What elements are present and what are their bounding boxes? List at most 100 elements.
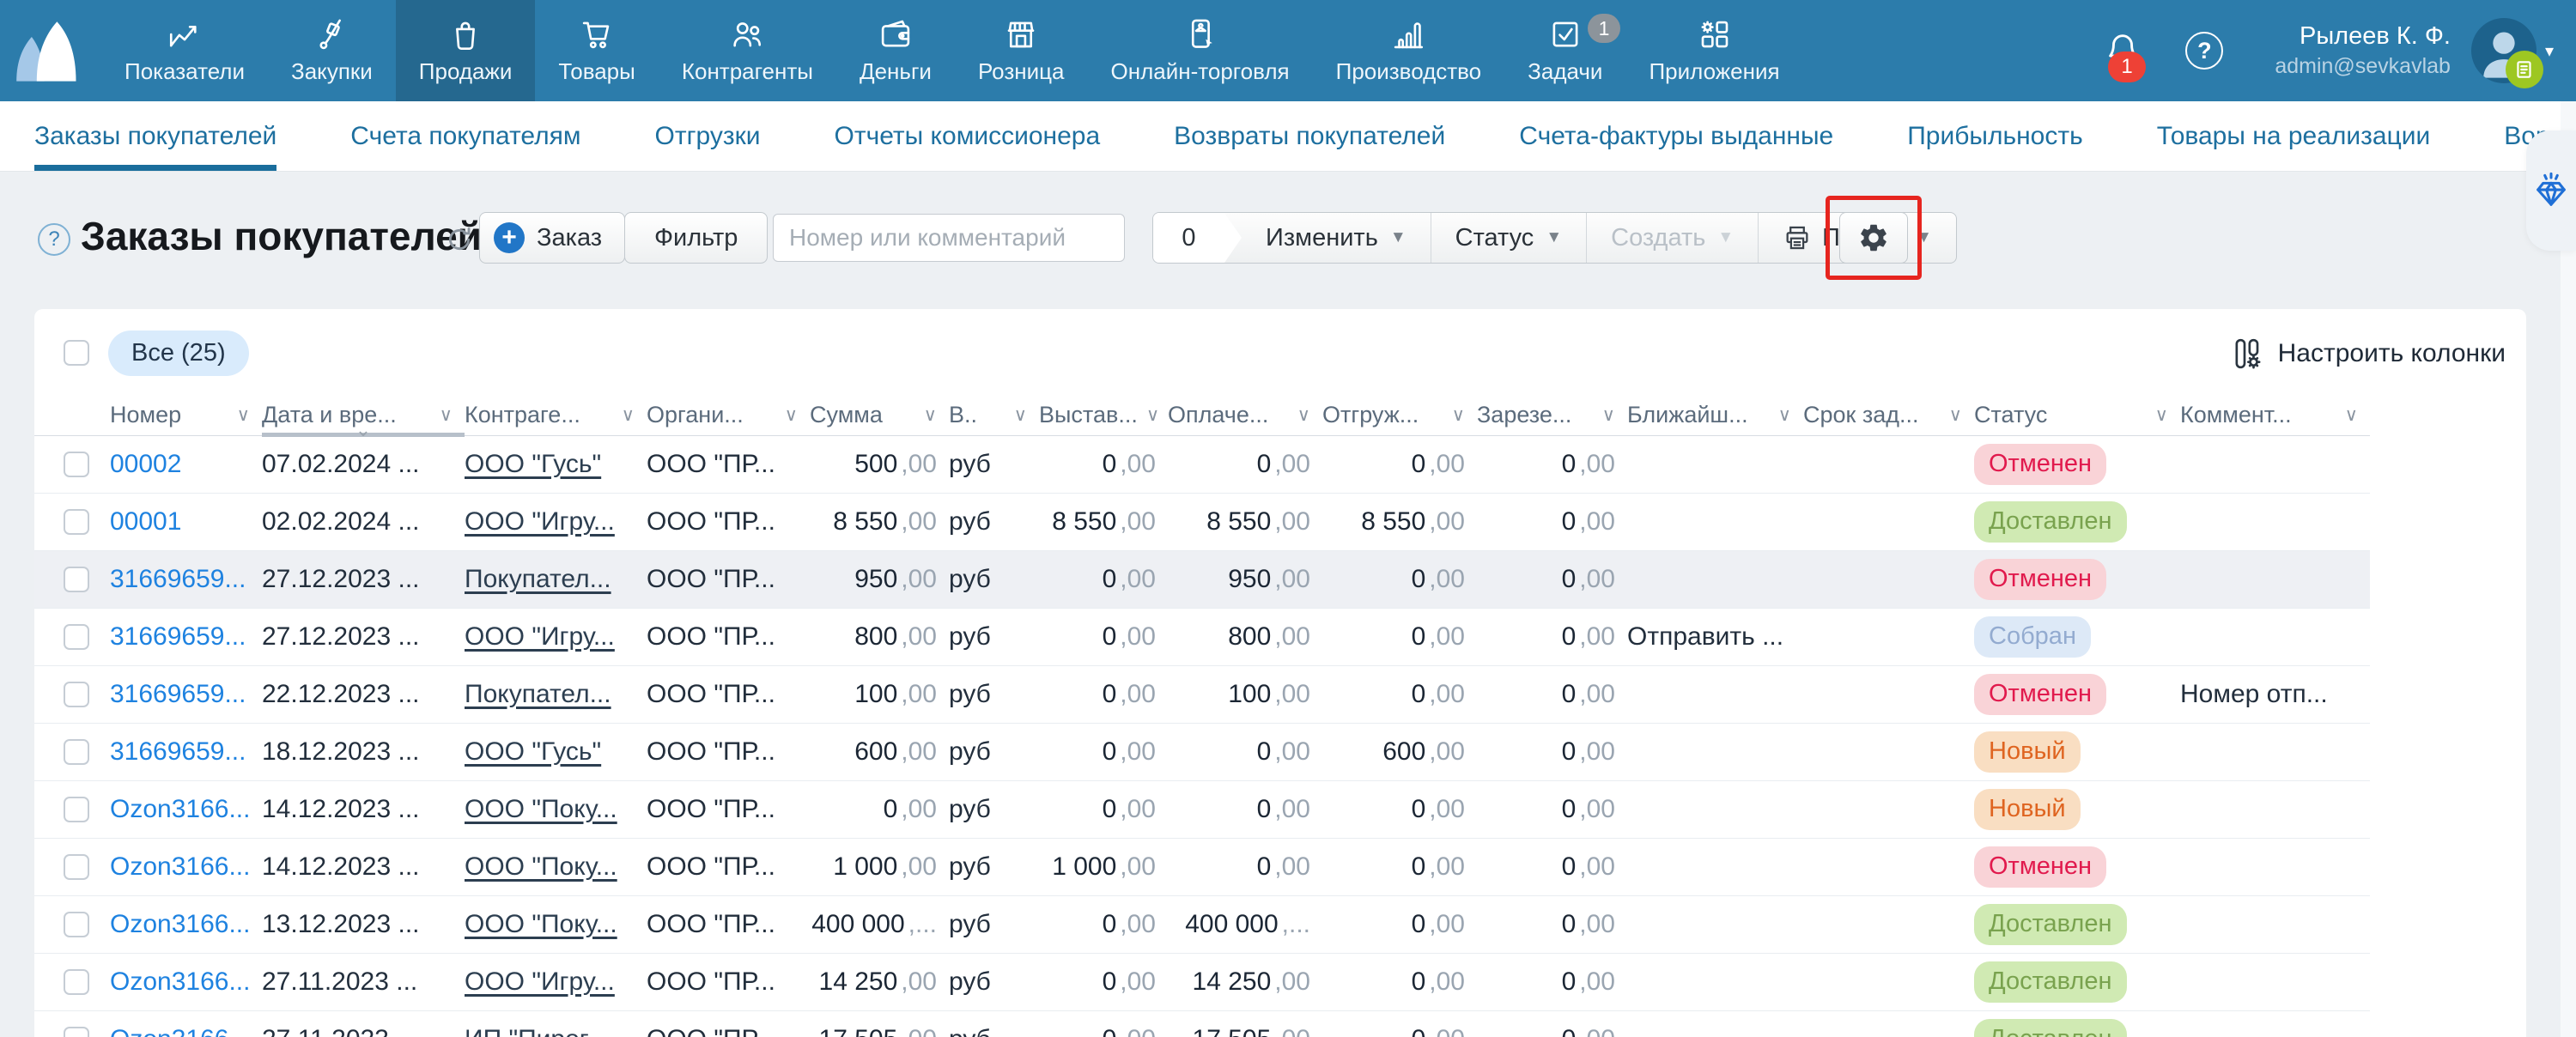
notifications-button[interactable]: 1	[2103, 29, 2142, 73]
table-row[interactable]: Ozon3166...13.12.2023 ...ООО "Поку...ООО…	[34, 896, 2370, 954]
app-logo-icon[interactable]	[0, 0, 101, 101]
order-number-link[interactable]: 31669659...	[110, 737, 246, 767]
column-header-shipped[interactable]: Отгруж...∨	[1322, 395, 1477, 435]
page-help-button[interactable]: ?	[38, 223, 70, 256]
column-header-paid[interactable]: Оплаче...∨	[1168, 395, 1322, 435]
row-checkbox[interactable]	[64, 912, 89, 937]
column-header-organization[interactable]: Органи...∨	[647, 395, 810, 435]
table-row[interactable]: Ozon3166...27.11.2023 ...ИП "Пирог...ООО…	[34, 1011, 2370, 1037]
counterparty-link[interactable]: ИП "Пирог...	[465, 1025, 607, 1037]
column-menu-icon[interactable]: ∨	[237, 404, 250, 426]
refresh-button[interactable]	[445, 225, 474, 254]
avatar[interactable]	[2471, 18, 2537, 83]
status-dropdown[interactable]: Статус ▼	[1431, 213, 1587, 263]
row-checkbox[interactable]	[64, 797, 89, 822]
filter-chip-all[interactable]: Все (25)	[108, 331, 249, 376]
table-row[interactable]: 31669659...27.12.2023 ...Покупател...ООО…	[34, 551, 2370, 609]
nav-item-purchases[interactable]: Закупки	[268, 0, 396, 101]
column-header-currency[interactable]: В..∨	[949, 395, 1039, 435]
column-header-number[interactable]: Номер∨	[110, 395, 262, 435]
column-menu-icon[interactable]: ∨	[1014, 404, 1027, 426]
nav-item-sales[interactable]: Продажи	[396, 0, 536, 101]
order-number-link[interactable]: Ozon3166...	[110, 795, 250, 824]
column-menu-icon[interactable]: ∨	[2345, 404, 2358, 426]
column-header-reserved[interactable]: Зарезе...∨	[1477, 395, 1627, 435]
order-number-link[interactable]: Ozon3166...	[110, 910, 250, 939]
row-checkbox[interactable]	[64, 682, 89, 707]
table-row[interactable]: Ozon3166...27.11.2023 ...ООО "Игру...ООО…	[34, 954, 2370, 1011]
counterparty-link[interactable]: ООО "Игру...	[465, 507, 615, 537]
tab-commissioner-reports[interactable]: Отчеты комиссионера	[835, 101, 1101, 171]
order-number-link[interactable]: Ozon3166...	[110, 967, 250, 997]
table-row[interactable]: Ozon3166...14.12.2023 ...ООО "Поку...ООО…	[34, 839, 2370, 896]
search-input[interactable]	[773, 214, 1125, 262]
column-header-comment[interactable]: Коммент...∨	[2180, 395, 2370, 435]
column-menu-icon[interactable]: ∨	[1602, 404, 1615, 426]
bonus-side-tab[interactable]	[2526, 130, 2576, 251]
nav-item-counterparties[interactable]: Контрагенты	[659, 0, 836, 101]
nav-item-retail[interactable]: Розница	[955, 0, 1088, 101]
help-button[interactable]: ?	[2185, 32, 2223, 70]
counterparty-link[interactable]: ООО "Поку...	[465, 852, 617, 882]
user-caret-icon[interactable]: ▾	[2545, 40, 2554, 62]
column-menu-icon[interactable]: ∨	[785, 404, 798, 426]
change-dropdown[interactable]: Изменить ▼	[1242, 213, 1431, 263]
row-checkbox[interactable]	[64, 509, 89, 535]
order-number-link[interactable]: 31669659...	[110, 680, 246, 709]
counterparty-link[interactable]: ООО "Поку...	[465, 795, 617, 824]
nav-item-tasks[interactable]: 1 Задачи	[1504, 0, 1625, 101]
table-row[interactable]: 0000207.02.2024 ...ООО "Гусь"ООО "ПР...5…	[34, 436, 2370, 494]
nav-item-indicators[interactable]: Показатели	[101, 0, 268, 101]
row-checkbox[interactable]	[64, 854, 89, 880]
column-menu-icon[interactable]: ∨	[1452, 404, 1465, 426]
filter-button[interactable]: Фильтр	[624, 212, 768, 264]
order-number-link[interactable]: 31669659...	[110, 565, 246, 594]
tab-customer-returns[interactable]: Возвраты покупателей	[1174, 101, 1445, 171]
column-menu-icon[interactable]: ∨	[924, 404, 937, 426]
tab-customer-orders[interactable]: Заказы покупателей	[34, 101, 276, 171]
column-menu-icon[interactable]: ∨	[1778, 404, 1791, 426]
counterparty-link[interactable]: ООО "Гусь"	[465, 737, 601, 767]
order-number-link[interactable]: 00002	[110, 450, 181, 479]
nav-item-apps[interactable]: Приложения	[1625, 0, 1802, 101]
tab-customer-invoices[interactable]: Счета покупателям	[350, 101, 580, 171]
table-row[interactable]: 31669659...27.12.2023 ...ООО "Игру...ООО…	[34, 609, 2370, 666]
row-checkbox[interactable]	[64, 969, 89, 995]
order-number-link[interactable]: 00001	[110, 507, 181, 537]
column-menu-icon[interactable]: ∨	[1146, 404, 1159, 426]
column-header-sum[interactable]: Сумма∨	[810, 395, 949, 435]
table-row[interactable]: 31669659...18.12.2023 ...ООО "Гусь"ООО "…	[34, 724, 2370, 781]
counterparty-link[interactable]: ООО "Гусь"	[465, 450, 601, 479]
table-row[interactable]: 0000102.02.2024 ...ООО "Игру...ООО "ПР..…	[34, 494, 2370, 551]
nav-item-money[interactable]: Деньги	[836, 0, 955, 101]
create-order-button[interactable]: + Заказ	[479, 212, 625, 264]
column-menu-icon[interactable]: ∨	[622, 404, 635, 426]
configure-columns-button[interactable]: Настроить колонки	[2232, 337, 2506, 371]
column-menu-icon[interactable]: ∨	[1297, 404, 1310, 426]
column-header-overdue[interactable]: Срок зад...∨	[1803, 395, 1974, 435]
column-menu-icon[interactable]: ∨	[1949, 404, 1962, 426]
tab-issued-invoices[interactable]: Счета-фактуры выданные	[1519, 101, 1833, 171]
tab-profitability[interactable]: Прибыльность	[1907, 101, 2083, 171]
row-checkbox[interactable]	[64, 739, 89, 765]
nav-item-production[interactable]: Производство	[1313, 0, 1505, 101]
counterparty-link[interactable]: ООО "Поку...	[465, 910, 617, 939]
order-number-link[interactable]: Ozon3166...	[110, 852, 250, 882]
user-menu[interactable]: Рылеев К. Ф. admin@sevkavlab	[2275, 22, 2451, 79]
tab-goods-on-consignment[interactable]: Товары на реализации	[2157, 101, 2431, 171]
counterparty-link[interactable]: Покупател...	[465, 565, 611, 594]
settings-button[interactable]	[1839, 212, 1908, 264]
row-checkbox[interactable]	[64, 567, 89, 592]
counterparty-link[interactable]: ООО "Игру...	[465, 967, 615, 997]
sort-indicator[interactable]	[262, 433, 465, 437]
column-header-status[interactable]: Статус∨	[1974, 395, 2180, 435]
table-row[interactable]: Ozon3166...14.12.2023 ...ООО "Поку...ООО…	[34, 781, 2370, 839]
column-header-counterparty[interactable]: Контраге...∨	[465, 395, 647, 435]
select-all-checkbox[interactable]	[64, 340, 89, 366]
tab-shipments[interactable]: Отгрузки	[655, 101, 761, 171]
nav-item-goods[interactable]: Товары	[535, 0, 658, 101]
row-checkbox[interactable]	[64, 624, 89, 650]
order-number-link[interactable]: 31669659...	[110, 622, 246, 652]
counterparty-link[interactable]: ООО "Игру...	[465, 622, 615, 652]
column-menu-icon[interactable]: ∨	[2155, 404, 2168, 426]
